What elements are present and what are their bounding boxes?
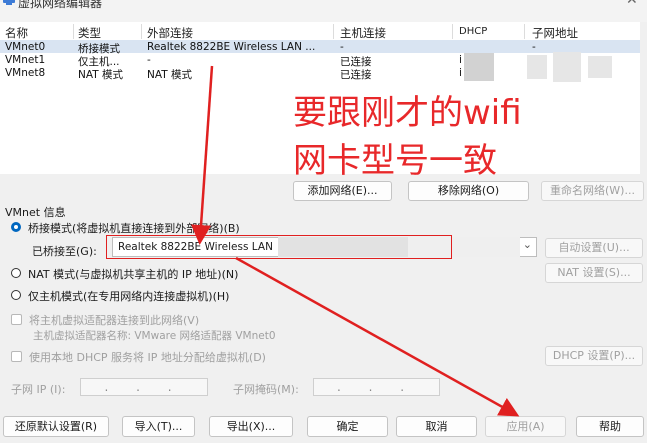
arrow-to-apply-button [235,256,520,417]
annotation-arrows [191,65,520,417]
arrow-to-bridged-select [191,65,214,245]
